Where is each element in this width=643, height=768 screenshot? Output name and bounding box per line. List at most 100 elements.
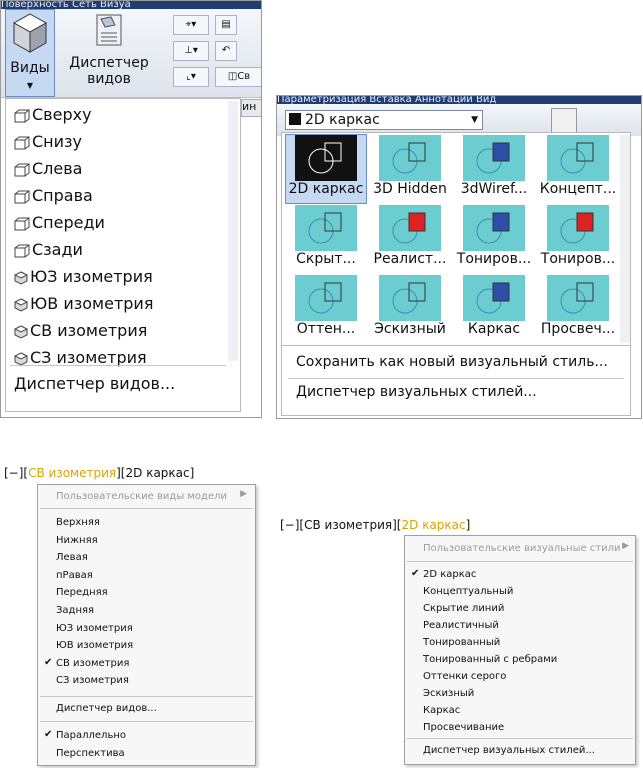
visual-style-tile[interactable]: Тониров... [454, 205, 534, 273]
view-cube-icon [14, 240, 32, 259]
view-cube-icon [14, 132, 32, 151]
view-context-item[interactable]: СЗ изометрия [56, 673, 129, 688]
view-menu-item[interactable]: СЗ изометрия [13, 346, 147, 370]
view-menu-item[interactable]: Слева [14, 157, 82, 181]
visual-style-tile-label: Скрыт... [296, 251, 356, 267]
views-button[interactable]: Виды ▼ [5, 9, 55, 97]
label-suffix: ] [189, 466, 195, 480]
visual-style-tile[interactable]: 3dWiref... [454, 135, 534, 203]
style-context-item[interactable]: Скрытие линий [423, 601, 504, 616]
style-context-item[interactable]: 2D каркас [423, 567, 476, 582]
visual-style-tile[interactable]: Реалист... [370, 205, 450, 273]
view-menu-item[interactable]: Справа [14, 184, 93, 208]
visual-style-tile-label: Тониров... [540, 251, 616, 267]
save-visual-style-item[interactable]: Сохранить как новый визуальный стиль... [296, 354, 608, 370]
projection-item[interactable]: Перспектива [56, 746, 125, 761]
view-context-item[interactable]: ЮВ изометрия [56, 638, 133, 653]
view-manager-context-item[interactable]: Диспетчер видов... [56, 701, 157, 716]
visual-style-tile[interactable]: Скрыт... [286, 205, 366, 273]
style-context-item[interactable]: Просвечивание [423, 720, 504, 735]
view-manager-button[interactable]: Диспетчер видов [59, 9, 159, 97]
view-menu-item[interactable]: СВ изометрия [13, 319, 148, 343]
visual-styles-manager-item[interactable]: Диспетчер визуальных стилей... [296, 384, 537, 400]
view-context-item[interactable]: СВ изометрия [56, 656, 129, 671]
visual-style-tile[interactable]: Просвеч... [538, 275, 618, 343]
ribbon-button-partial[interactable] [551, 108, 577, 134]
view-context-item[interactable]: ЮЗ изометрия [56, 621, 133, 636]
view-manager-menu-item[interactable]: Диспетчер видов... [14, 372, 175, 396]
view-context-item[interactable]: Передняя [56, 585, 108, 600]
style-preview-icon [295, 205, 357, 251]
styles-menu-footer: Сохранить как новый визуальный стиль... … [281, 346, 631, 416]
ucs-x-button[interactable]: ⊥▾ [173, 41, 209, 61]
styles-gallery: 2D каркас 3D Hidden 3dWiref... Концепт... Ск… [281, 132, 631, 346]
custom-views-header[interactable]: Пользовательские виды модели [56, 489, 227, 504]
ribbon-tabs-strip: Поверхность Сеть Визуа [1, 1, 261, 9]
view-context-item[interactable]: Левая [56, 550, 88, 565]
chevron-right-icon: ▶ [240, 489, 247, 499]
label-view: СВ изометрия [304, 518, 393, 532]
view-menu-item-label: Сзади [32, 240, 83, 259]
ribbon-tabs-strip-b: Параметризация Вставка Аннотации Вид [277, 96, 641, 104]
view-menu-item[interactable]: ЮЗ изометрия [13, 265, 153, 289]
visual-style-tile[interactable]: Оттен... [286, 275, 366, 343]
style-preview-icon [463, 135, 525, 181]
view-menu-item[interactable]: Сверху [14, 103, 92, 127]
chevron-right-icon: ▶ [622, 541, 629, 551]
tab-partial[interactable]: ин [241, 99, 261, 117]
menu-separator [10, 365, 226, 366]
style-context-item[interactable]: Каркас [423, 703, 460, 718]
style-context-item[interactable]: Оттенки серого [423, 669, 506, 684]
visual-style-tile-label: Эскизный [374, 321, 446, 337]
ucs-world-button[interactable]: ⌞▾ [173, 67, 209, 87]
view-context-item[interactable]: пРавая [56, 568, 93, 583]
visual-style-tile[interactable]: 2D каркас [285, 134, 367, 204]
axis-icon: ⊥▾ [184, 45, 198, 56]
viewport-label[interactable]: [−][СВ изометрия][2D каркас] [4, 466, 194, 480]
chevron-down-icon: ▼ [471, 115, 478, 125]
visual-styles-panel: Параметризация Вставка Аннотации Вид 2D … [276, 95, 642, 419]
visual-style-tile[interactable]: Концепт... [538, 135, 618, 203]
view-context-item[interactable]: Нижняя [56, 533, 98, 548]
visual-style-tile[interactable]: Тониров... [538, 205, 618, 273]
style-context-item[interactable]: Тонированный [423, 635, 500, 650]
visual-style-combo-value: 2D каркас [305, 112, 380, 128]
style-context-item[interactable]: Эскизный [423, 686, 474, 701]
style-preview-icon [463, 205, 525, 251]
view-menu-item[interactable]: ЮВ изометрия [13, 292, 154, 316]
visual-style-tile[interactable]: 3D Hidden [370, 135, 450, 203]
visual-style-combo[interactable]: 2D каркас ▼ [285, 110, 483, 130]
view-context-item[interactable]: Задняя [56, 603, 94, 618]
projection-item[interactable]: Параллельно [56, 728, 126, 743]
style-context-item[interactable]: Реалистичный [423, 618, 499, 633]
view-context-item[interactable]: Верхняя [56, 515, 100, 530]
style-preview-icon [463, 275, 525, 321]
style-context-item[interactable]: Тонированный с ребрами [423, 652, 557, 667]
gallery-scrollbar[interactable] [620, 135, 630, 343]
styles-manager-context-item[interactable]: Диспетчер визуальных стилей... [423, 743, 595, 758]
style-preview-icon [295, 135, 357, 181]
visual-style-tile[interactable]: Каркас [454, 275, 534, 343]
view-menu-item[interactable]: Спереди [14, 211, 105, 235]
checkmark-icon: ✔ [44, 656, 53, 668]
view-menu-item[interactable]: Сзади [14, 238, 83, 262]
ucs-icon-button[interactable]: ⌖▾ [173, 15, 209, 35]
view-menu-item-label: ЮВ изометрия [30, 294, 154, 313]
ribbon-tab-partial[interactable]: ◫Св [215, 67, 261, 87]
view-cube-icon [14, 213, 32, 232]
chevron-down-icon: ▼ [26, 81, 34, 90]
ucs-previous-button[interactable]: ↶ [215, 41, 237, 61]
ucs-named-button[interactable]: ▤ [215, 15, 237, 35]
view-menu-item-label: СВ изометрия [30, 321, 148, 340]
view-menu-item-label: Сверху [32, 105, 92, 124]
visual-style-tile[interactable]: Эскизный [370, 275, 450, 343]
wireframe-thumb-icon [289, 113, 301, 125]
view-cube-icon [13, 321, 30, 340]
view-menu-item[interactable]: Снизу [14, 130, 82, 154]
style-preview-icon [379, 205, 441, 251]
viewport-label-styles[interactable]: [−][СВ изометрия][2D каркас] [280, 518, 470, 532]
custom-styles-header[interactable]: Пользовательские визуальные стили [423, 541, 621, 556]
scrollbar[interactable] [228, 101, 238, 361]
views-context-menu: Пользовательские виды модели ▶ Верхняя Ни… [37, 484, 256, 766]
style-context-item[interactable]: Концептуальный [423, 584, 513, 599]
